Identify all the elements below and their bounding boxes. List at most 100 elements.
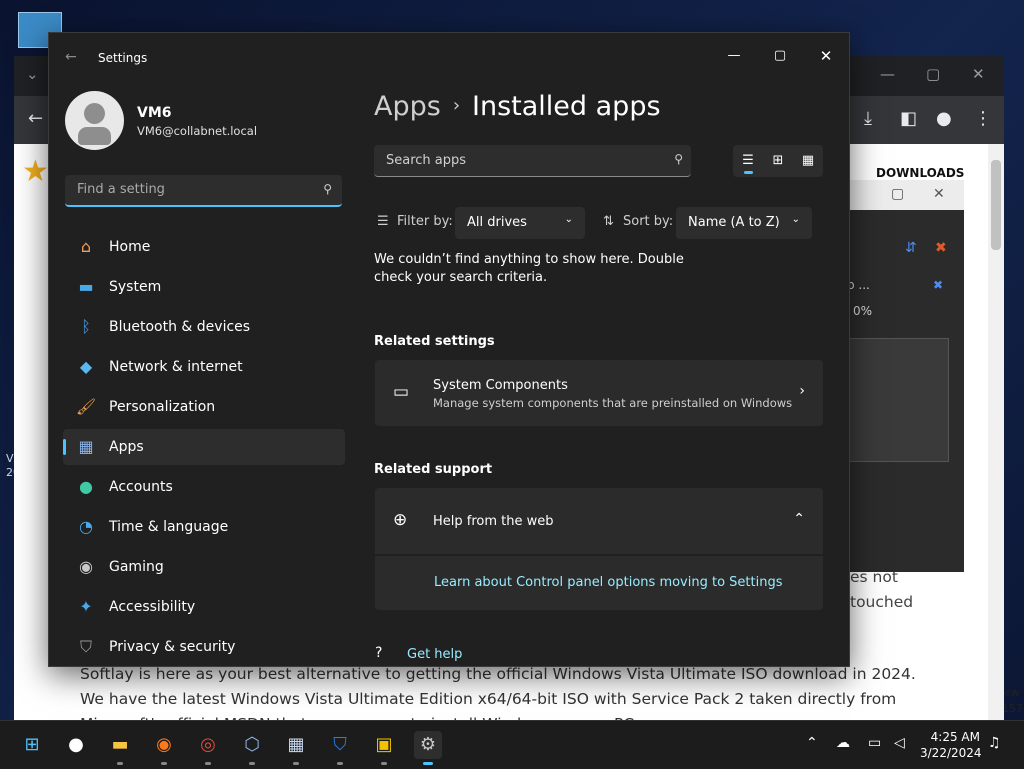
user-name: VM6 [137,105,172,121]
sidebar-item-label: Home [109,239,151,255]
file-explorer-icon[interactable]: ▬ [106,731,134,765]
sidebar-item-label: Privacy & security [109,639,236,655]
firefox-icon[interactable]: ◉ [150,731,178,765]
sidebar-item-time-language[interactable]: ◔ Time & language [63,509,345,545]
filter-dropdown[interactable]: All drives ⌄ [455,207,585,239]
notification-bell-icon[interactable]: ♫ [988,735,1001,751]
sidebar-item-system[interactable]: ▬ System [63,269,345,305]
chevron-right-icon: › [799,383,805,399]
cloud-icon[interactable]: ☁ [836,735,850,751]
search-apps-box[interactable]: ⚲ [374,145,691,177]
network-icon[interactable]: ▭ [868,735,881,751]
clock-time: 4:25 AM [930,730,980,744]
sidebar-item-network[interactable]: ◆ Network & internet [63,349,345,385]
minimize-icon[interactable]: — [880,65,895,83]
chevron-down-icon[interactable]: ⌄ [26,65,39,83]
chevron-down-icon: ⌄ [564,214,573,225]
search-icon[interactable]: ● [62,731,90,759]
sidebar-item-accessibility[interactable]: ✦ Accessibility [63,589,345,625]
sort-value: Name (A to Z) [688,215,780,230]
chevron-up-icon[interactable]: ⌃ [806,735,818,751]
sidebar-icon[interactable]: ◧ [900,108,917,129]
search-icon: ⚲ [674,152,683,166]
sidebar-item-home[interactable]: ⌂ Home [63,229,345,265]
sidebar-item-accounts[interactable]: ● Accounts [63,469,345,505]
delete-icon[interactable]: ✖ [935,240,947,256]
close-icon[interactable]: ✕ [972,65,985,83]
sort-dropdown[interactable]: Name (A to Z) ⌄ [676,207,812,239]
back-arrow-icon[interactable]: ← [65,49,77,65]
grid-view-icon[interactable]: ▦ [793,145,823,177]
system-components-desc: Manage system components that are preins… [433,396,793,410]
taskbar: ⊞ ● ▬ ◉ ◎ ⬡ ▦ ⛉ ▣ ⚙ ⌃ ☁ ▭ ◁ 4:25 AM 3/22… [0,720,1024,769]
maximize-button[interactable]: ▢ [757,41,803,71]
maximize-icon[interactable]: ▢ [891,186,904,202]
defender-shield-icon[interactable]: ⛉ [326,731,354,765]
tile-view-icon[interactable]: ⊞ [763,145,793,177]
avatar-head-shape [84,103,105,124]
sidebar-item-label: Gaming [109,559,164,575]
sidebar-nav: ⌂ Home ▬ System ᛒ Bluetooth & devices ◆ … [63,229,345,666]
breadcrumb-parent[interactable]: Apps [374,91,441,122]
network-icon: ◆ [79,357,93,376]
filter-label: Filter by: [397,214,453,229]
scrollbar-thumb[interactable] [991,160,1001,250]
help-chat-icon: ? [375,645,383,661]
sidebar-item-apps[interactable]: ▦ Apps [63,429,345,465]
system-components-card[interactable]: ▭ System Components Manage system compon… [375,360,823,426]
sort-icon[interactable]: ⇵ [905,240,917,256]
system-clock[interactable]: 4:25 AM 3/22/2024 [920,729,982,761]
dialog-item-title: p ... [847,278,870,292]
profile-icon[interactable]: ● [936,108,952,129]
filter-value: All drives [467,215,527,230]
sidebar-item-label: Accounts [109,479,173,495]
virtualbox-icon[interactable]: ⬡ [238,731,266,765]
apps-icon: ▦ [78,437,94,456]
accessibility-icon: ✦ [79,597,93,616]
dialog-preview-box [849,338,949,462]
clock-date: 3/22/2024 [920,746,982,760]
volume-muted-icon[interactable]: ◁ [894,735,905,751]
page-scrollbar[interactable] [988,144,1004,720]
archive-app-icon[interactable]: ▣ [370,731,398,765]
dialog-title-bar: ▢ ✕ [847,180,964,210]
related-settings-heading: Related settings [374,334,495,349]
sidebar-item-label: Accessibility [109,599,196,615]
sort-icon: ⇅ [603,214,614,229]
help-from-web-body: Learn about Control panel options moving… [375,556,823,610]
search-icon: ⚲ [323,182,332,196]
downloads-link[interactable]: DOWNLOADS [876,166,964,180]
start-windows-icon[interactable]: ⊞ [18,731,46,759]
help-from-web-header[interactable]: ⊕ Help from the web ⌃ [375,488,823,554]
page-title: Installed apps [472,91,661,122]
maximize-icon[interactable]: ▢ [926,65,940,83]
sidebar-item-bluetooth[interactable]: ᛒ Bluetooth & devices [63,309,345,345]
view-switcher: ☰ ⊞ ▦ [733,145,823,177]
avatar-body-shape [78,127,111,145]
control-panel-link[interactable]: Learn about Control panel options moving… [434,575,783,590]
more-menu-icon[interactable]: ⋮ [974,108,992,129]
search-apps-input[interactable] [384,152,658,169]
shield-icon: ⛉ [79,637,92,656]
app-icon[interactable]: ▦ [282,731,310,765]
sidebar-item-personalization[interactable]: 🖌 Personalization [63,389,345,425]
related-support-heading: Related support [374,462,493,477]
close-icon[interactable]: ✕ [933,186,945,202]
star-logo-icon: ★ [22,154,49,189]
chrome-icon[interactable]: ◎ [194,731,222,765]
list-view-icon[interactable]: ☰ [733,145,763,177]
sidebar-item-gaming[interactable]: ◉ Gaming [63,549,345,585]
settings-gear-icon[interactable]: ⚙ [414,731,442,765]
minimize-button[interactable]: — [711,41,757,71]
sidebar-item-privacy[interactable]: ⛉ Privacy & security [63,629,345,665]
download-icon[interactable]: ⤓ [864,108,872,129]
find-setting-input[interactable] [75,181,309,198]
back-arrow-icon[interactable]: ← [28,108,43,129]
system-icon: ▬ [78,277,94,296]
chevron-right-icon: › [452,95,461,116]
close-icon[interactable]: ✖ [933,278,943,292]
close-button[interactable]: ✕ [803,41,849,71]
find-setting-box[interactable]: ⚲ [65,175,342,207]
get-help-link[interactable]: Get help [407,647,462,662]
avatar[interactable] [65,91,124,150]
